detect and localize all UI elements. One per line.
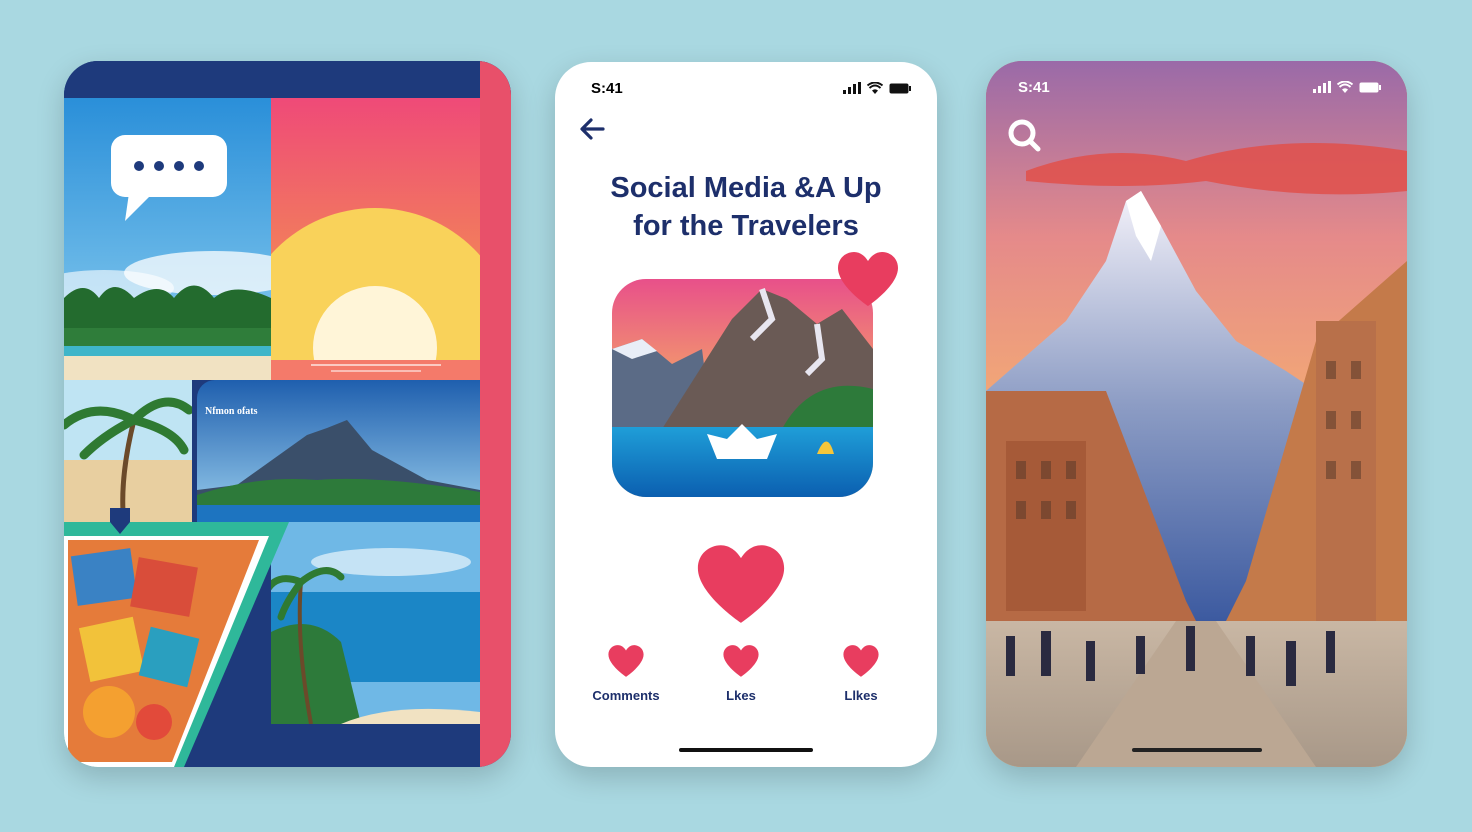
title-line-2: for the Travelers bbox=[633, 210, 859, 242]
city-mountain-photo[interactable] bbox=[986, 61, 1407, 767]
chat-bubble-icon bbox=[109, 133, 229, 225]
battery-icon bbox=[889, 83, 911, 94]
sunset-illustration-tile[interactable] bbox=[271, 98, 480, 380]
pin-marker-icon bbox=[110, 508, 130, 534]
collage-phone-screen: Nfmon ofats bbox=[64, 61, 511, 767]
bottom-band bbox=[271, 724, 480, 767]
stat-label: Comments bbox=[592, 688, 660, 703]
heart-icon bbox=[723, 645, 759, 677]
title-line-1: Social Media &A Up bbox=[610, 172, 882, 204]
likes-stat[interactable]: Lkes bbox=[681, 644, 801, 703]
photo-collage-tile[interactable] bbox=[64, 522, 289, 767]
ocean-palm-photo-tile[interactable] bbox=[271, 522, 480, 724]
page-title: Social Media &A Up for the Travelers bbox=[555, 169, 937, 245]
status-bar: S:41 bbox=[986, 79, 1407, 99]
post-detail-phone-screen: S:41 Social Media &A Up for the Traveler… bbox=[555, 62, 937, 767]
back-arrow-icon[interactable] bbox=[575, 114, 609, 144]
island-caption: Nfmon ofats bbox=[205, 406, 258, 417]
status-time: S:41 bbox=[591, 80, 623, 97]
stat-label: Lkes bbox=[726, 688, 756, 703]
palm-beach-photo-tile[interactable] bbox=[64, 380, 192, 524]
battery-icon bbox=[1359, 82, 1381, 93]
signal-icon bbox=[843, 82, 861, 94]
stat-label: Llkes bbox=[844, 688, 878, 703]
search-icon[interactable] bbox=[1006, 117, 1042, 153]
signal-icon bbox=[1313, 81, 1331, 93]
likes-stat-2[interactable]: Llkes bbox=[801, 644, 921, 703]
status-time: S:41 bbox=[1018, 79, 1050, 96]
like-heart-button[interactable] bbox=[695, 542, 787, 626]
top-band bbox=[64, 61, 511, 98]
heart-icon[interactable] bbox=[835, 250, 901, 308]
wifi-icon bbox=[1337, 81, 1353, 93]
comments-stat[interactable]: Comments bbox=[566, 644, 686, 703]
heart-icon bbox=[608, 645, 644, 677]
wifi-icon bbox=[867, 82, 883, 94]
home-indicator[interactable] bbox=[1131, 748, 1262, 752]
side-strip bbox=[480, 61, 511, 767]
home-indicator[interactable] bbox=[679, 748, 813, 752]
status-bar: S:41 bbox=[555, 80, 937, 100]
island-photo-tile[interactable]: Nfmon ofats bbox=[197, 380, 480, 522]
city-mountain-phone-screen: S:41 bbox=[986, 61, 1407, 767]
heart-icon bbox=[843, 645, 879, 677]
featured-post-image[interactable] bbox=[612, 279, 873, 497]
